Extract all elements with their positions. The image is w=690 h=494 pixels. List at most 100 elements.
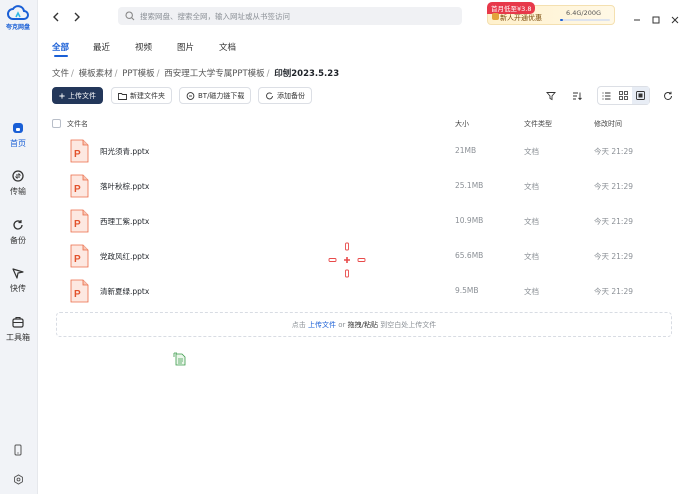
sort-icon bbox=[572, 92, 582, 100]
phone-button[interactable] bbox=[0, 441, 36, 460]
pptx-file-icon: P bbox=[70, 279, 89, 303]
sidebar-item-label: 工具箱 bbox=[6, 333, 30, 342]
column-header-type[interactable]: 文件类型 bbox=[524, 119, 552, 129]
file-row[interactable]: P 阳光须青.pptx 21MB 文档 今天 21:29 bbox=[52, 135, 678, 170]
toolbox-icon bbox=[12, 316, 24, 328]
file-size: 65.6MB bbox=[455, 251, 484, 260]
file-type: 文档 bbox=[524, 182, 539, 191]
select-all-checkbox[interactable] bbox=[52, 119, 61, 128]
pptx-file-icon: P bbox=[70, 174, 89, 198]
sidebar-item-label: 快传 bbox=[10, 284, 26, 293]
chevron-left-icon bbox=[53, 12, 59, 22]
file-type: 文档 bbox=[524, 252, 539, 261]
transfer-icon bbox=[12, 170, 24, 182]
app-name: 夸克网盘 bbox=[5, 24, 30, 31]
tab-image[interactable]: 图片 bbox=[177, 41, 194, 53]
pptx-file-icon: P bbox=[70, 209, 89, 233]
sidebar-item-backup[interactable]: 备份 bbox=[0, 219, 36, 246]
sidebar-item-transfer[interactable]: 传输 bbox=[0, 170, 36, 197]
column-header-mtime[interactable]: 修改时间 bbox=[594, 119, 622, 129]
tab-document[interactable]: 文档 bbox=[219, 41, 236, 53]
dragging-file-icon bbox=[173, 352, 186, 366]
storage-quota: 6.4G/200G bbox=[566, 9, 602, 17]
breadcrumb-item[interactable]: 模板素材 bbox=[79, 69, 113, 79]
breadcrumb-item[interactable]: 文件 bbox=[52, 69, 69, 79]
upload-hint-or: or bbox=[338, 321, 346, 329]
file-size: 21MB bbox=[455, 146, 477, 155]
file-row[interactable]: P 清新夏绿.pptx 9.5MB 文档 今天 21:29 bbox=[52, 275, 678, 310]
breadcrumb-item[interactable]: PPT模板 bbox=[122, 69, 154, 79]
breadcrumb-separator: / bbox=[114, 69, 118, 79]
upload-link[interactable]: 上传文件 bbox=[308, 321, 336, 329]
close-button[interactable] bbox=[670, 10, 680, 24]
active-tab-indicator bbox=[54, 55, 68, 57]
column-header-name[interactable]: 文件名 bbox=[67, 119, 88, 129]
tab-recent[interactable]: 最近 bbox=[93, 41, 110, 53]
new-folder-label: 新建文件夹 bbox=[130, 91, 165, 100]
breadcrumb-separator: / bbox=[266, 69, 270, 79]
refresh-button[interactable] bbox=[659, 87, 676, 104]
sort-button[interactable] bbox=[568, 87, 585, 104]
new-folder-button[interactable]: 新建文件夹 bbox=[111, 87, 172, 104]
upload-button[interactable]: 上传文件 bbox=[52, 87, 103, 104]
sidebar-item-quick-send[interactable]: 快传 bbox=[0, 267, 36, 294]
grid-view-button[interactable] bbox=[615, 87, 632, 104]
maximize-button[interactable] bbox=[651, 10, 661, 24]
pptx-file-icon: P bbox=[70, 244, 89, 268]
tab-all[interactable]: 全部 bbox=[52, 41, 69, 53]
file-mtime: 今天 21:29 bbox=[594, 287, 633, 296]
file-size: 9.5MB bbox=[455, 286, 479, 295]
quick-send-icon bbox=[12, 268, 24, 279]
file-type: 文档 bbox=[524, 147, 539, 156]
cloud-logo-icon bbox=[7, 5, 29, 20]
crosshair-cursor-icon bbox=[328, 242, 366, 278]
add-backup-button[interactable]: 添加备份 bbox=[258, 87, 312, 104]
back-button[interactable] bbox=[49, 9, 63, 23]
close-icon bbox=[671, 16, 679, 24]
tab-video[interactable]: 视频 bbox=[135, 41, 152, 53]
upload-hint-prefix: 点击 bbox=[291, 321, 306, 329]
filter-button[interactable] bbox=[542, 87, 559, 104]
vip-crown-icon bbox=[492, 13, 499, 20]
column-header-size[interactable]: 大小 bbox=[455, 119, 469, 129]
file-name: 西理工紫.pptx bbox=[100, 217, 150, 226]
settings-icon bbox=[13, 474, 23, 485]
bt-download-button[interactable]: BT/磁力链下载 bbox=[179, 87, 252, 104]
home-icon bbox=[13, 123, 23, 133]
forward-button[interactable] bbox=[70, 9, 84, 23]
file-name: 阳光须青.pptx bbox=[100, 147, 150, 156]
sidebar-item-label: 备份 bbox=[10, 236, 26, 245]
plus-icon bbox=[59, 92, 65, 99]
bt-download-label: BT/磁力链下载 bbox=[198, 91, 245, 100]
svg-text:P: P bbox=[74, 149, 81, 160]
vip-promo-button[interactable]: 首月低至¥3.8 新人开通优惠 6.4G/200G bbox=[487, 2, 615, 25]
breadcrumb-separator: / bbox=[71, 69, 74, 79]
maximize-icon bbox=[652, 16, 660, 24]
refresh-icon bbox=[663, 91, 672, 100]
minimize-button[interactable] bbox=[632, 10, 642, 21]
search-placeholder: 搜索网盘、搜索全网，输入网址或从书签访问 bbox=[140, 12, 290, 21]
breadcrumb-item[interactable]: 西安理工大学专属PPT模板 bbox=[164, 69, 264, 79]
magnet-icon bbox=[186, 91, 195, 100]
file-name: 清新夏绿.pptx bbox=[100, 287, 150, 296]
app-logo[interactable]: 夸克网盘 bbox=[4, 5, 32, 31]
chevron-right-icon bbox=[74, 12, 80, 22]
list-view-button[interactable] bbox=[598, 87, 615, 104]
file-row[interactable]: P 西理工紫.pptx 10.9MB 文档 今天 21:29 bbox=[52, 205, 678, 240]
file-row[interactable]: P 落叶秋棕.pptx 25.1MB 文档 今天 21:29 bbox=[52, 170, 678, 205]
large-icon-view-icon bbox=[636, 91, 645, 100]
view-mode-switch bbox=[597, 86, 650, 105]
upload-hint-drag: 拖拽/粘贴 bbox=[347, 321, 378, 329]
file-name: 落叶秋棕.pptx bbox=[100, 182, 150, 191]
settings-button[interactable] bbox=[0, 470, 36, 489]
sidebar-item-label: 首页 bbox=[10, 139, 26, 148]
backup-icon bbox=[13, 220, 23, 230]
upload-drop-zone[interactable]: 点击 上传文件 or 拖拽/粘贴 到空白处上传文件 bbox=[56, 312, 672, 337]
sidebar-item-toolbox[interactable]: 工具箱 bbox=[0, 316, 36, 343]
svg-text:P: P bbox=[74, 254, 81, 265]
phone-icon bbox=[14, 444, 22, 456]
sidebar-item-home[interactable]: 首页 bbox=[0, 122, 36, 149]
large-view-button[interactable] bbox=[632, 87, 649, 104]
main-panel: 搜索网盘、搜索全网，输入网址或从书签访问 首月低至¥3.8 新人开通优惠 6.4… bbox=[37, 0, 690, 494]
search-input[interactable]: 搜索网盘、搜索全网，输入网址或从书签访问 bbox=[118, 7, 462, 25]
